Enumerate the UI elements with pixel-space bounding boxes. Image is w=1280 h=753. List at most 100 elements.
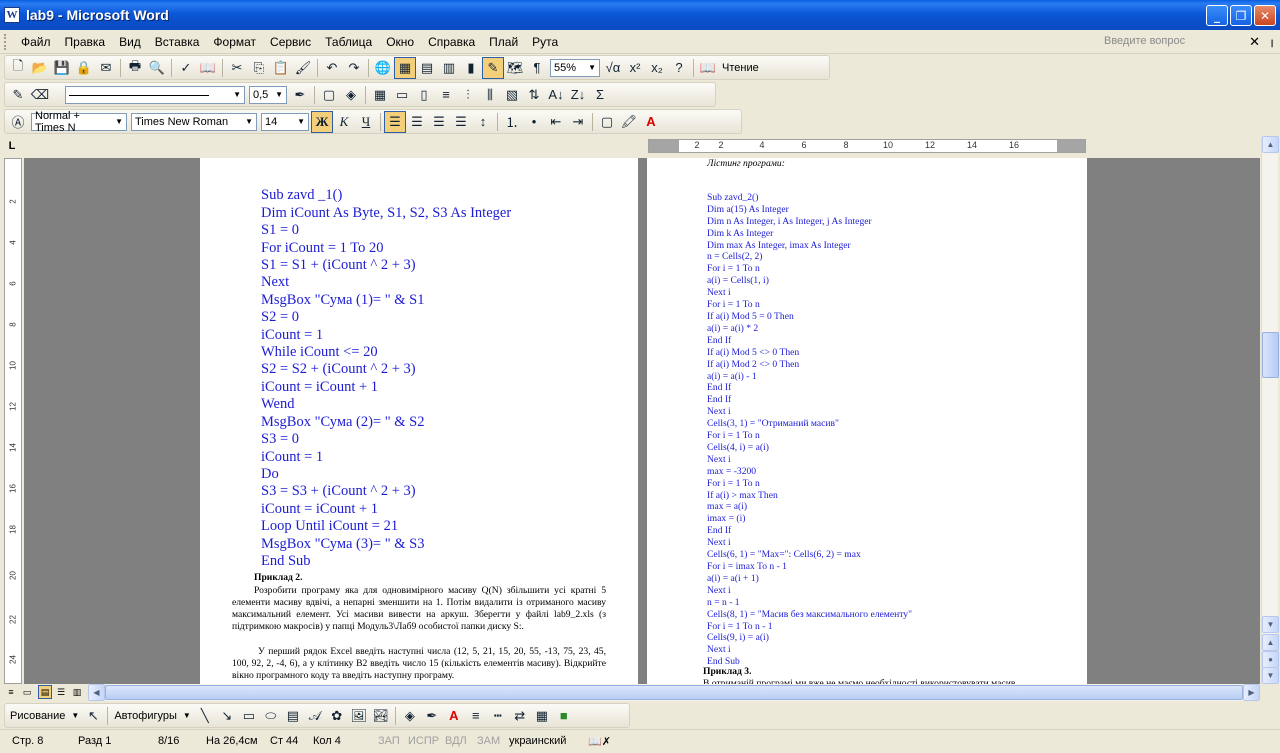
- font-size-select[interactable]: 14 ▼: [261, 112, 309, 131]
- justify-icon[interactable]: ☰: [450, 111, 472, 133]
- vba-code-listing-2[interactable]: Sub zavd_2() Dim a(15) As Integer Dim n As…: [707, 180, 912, 668]
- equation-icon[interactable]: √α: [602, 57, 624, 79]
- menu-grip[interactable]: [4, 33, 8, 50]
- next-page-icon[interactable]: ▼: [1262, 667, 1279, 684]
- align-cell-icon[interactable]: ≡: [435, 84, 457, 106]
- undo-icon[interactable]: ↶: [321, 57, 343, 79]
- reading-view-icon[interactable]: ▥: [70, 685, 84, 699]
- font-color-icon[interactable]: A: [640, 111, 662, 133]
- line-color-icon[interactable]: ✒: [421, 705, 443, 727]
- style-select[interactable]: Normal + Times N ▼: [31, 110, 127, 134]
- browse-object-icon[interactable]: ●: [1262, 651, 1279, 668]
- autoshapes-menu-button[interactable]: Автофигуры: [111, 710, 180, 722]
- copy-icon[interactable]: ⎘: [248, 57, 270, 79]
- vertical-scrollbar[interactable]: ▲ ▼ ▲ ● ▼: [1261, 136, 1279, 684]
- status-ext[interactable]: ВДЛ: [445, 735, 467, 747]
- shading-color-icon[interactable]: ◈: [340, 84, 362, 106]
- format-painter-icon[interactable]: 🖌: [292, 57, 314, 79]
- border-color-icon[interactable]: ✒: [289, 84, 311, 106]
- spelling-icon[interactable]: ✓: [175, 57, 197, 79]
- status-trk[interactable]: ИСПР: [408, 735, 439, 747]
- menu-ruta[interactable]: Рута: [525, 33, 565, 51]
- underline-button[interactable]: Ч: [355, 111, 377, 133]
- menu-plai[interactable]: Плай: [482, 33, 525, 51]
- text-direction-icon[interactable]: ⇅: [523, 84, 545, 106]
- bullets-icon[interactable]: •: [523, 111, 545, 133]
- menu-file[interactable]: Файл: [14, 33, 58, 51]
- subscript-icon[interactable]: x₂: [646, 57, 668, 79]
- 3d-icon[interactable]: ■: [553, 705, 575, 727]
- redo-icon[interactable]: ↷: [343, 57, 365, 79]
- align-left-icon[interactable]: ☰: [384, 110, 406, 133]
- horizontal-scrollbar[interactable]: ◀ ▶: [88, 684, 1260, 701]
- columns-icon[interactable]: ▮: [460, 57, 482, 79]
- status-ovr[interactable]: ЗАМ: [477, 735, 500, 747]
- align-center-icon[interactable]: ☰: [406, 111, 428, 133]
- scroll-down-icon[interactable]: ▼: [1262, 616, 1279, 633]
- draw-table-icon[interactable]: ✎: [7, 84, 29, 106]
- merge-cells-icon[interactable]: ▭: [391, 84, 413, 106]
- decrease-indent-icon[interactable]: ⇤: [545, 111, 567, 133]
- tab-selector[interactable]: L: [4, 138, 20, 154]
- close-document-icon[interactable]: ✕: [1249, 34, 1260, 50]
- insert-table-button-icon[interactable]: ▦: [369, 84, 391, 106]
- increase-indent-icon[interactable]: ⇥: [567, 111, 589, 133]
- scroll-right-icon[interactable]: ▶: [1243, 684, 1260, 701]
- textbox-tool-icon[interactable]: ▤: [282, 705, 304, 727]
- horizontal-ruler[interactable]: 2 2 4 6 8 10 12 14 16: [648, 139, 1086, 153]
- status-language[interactable]: украинский: [509, 735, 566, 747]
- email-icon[interactable]: ✉: [95, 57, 117, 79]
- autoformat-icon[interactable]: ▧: [501, 84, 523, 106]
- font-select[interactable]: Times New Roman ▼: [131, 112, 257, 131]
- bold-button[interactable]: Ж: [311, 110, 333, 133]
- menu-insert[interactable]: Вставка: [148, 33, 207, 51]
- web-view-icon[interactable]: ▭: [20, 685, 34, 699]
- permission-icon[interactable]: 🔒: [73, 57, 95, 79]
- arrow-style-icon[interactable]: ⇄: [509, 705, 531, 727]
- sort-desc-icon[interactable]: Z↓: [567, 84, 589, 106]
- scroll-left-icon[interactable]: ◀: [88, 684, 105, 701]
- page-left[interactable]: Sub zavd _1() Dim iCount As Byte, S1, S2,…: [200, 158, 638, 684]
- wordart-icon[interactable]: 𝒜: [304, 705, 326, 727]
- spelling-status-icon[interactable]: 📖✗: [588, 735, 611, 748]
- tables-borders-icon[interactable]: ▦: [394, 56, 416, 79]
- help-search-input[interactable]: Введите вопрос: [1100, 33, 1250, 51]
- normal-view-icon[interactable]: ≡: [4, 685, 18, 699]
- select-objects-icon[interactable]: ↖: [82, 705, 104, 727]
- line-style-select[interactable]: ▼: [65, 85, 245, 104]
- menu-help[interactable]: Справка: [421, 33, 482, 51]
- highlight-icon[interactable]: 🖍: [618, 111, 640, 133]
- shadow-icon[interactable]: ▦: [531, 705, 553, 727]
- line-tool-icon[interactable]: ╲: [194, 705, 216, 727]
- hyperlink-icon[interactable]: 🌐: [372, 57, 394, 79]
- cut-icon[interactable]: ✂: [226, 57, 248, 79]
- numbering-icon[interactable]: ⒈: [501, 111, 523, 133]
- insert-excel-icon[interactable]: ▥: [438, 57, 460, 79]
- research-icon[interactable]: 📖: [197, 57, 219, 79]
- italic-button[interactable]: К: [333, 111, 355, 133]
- distribute-rows-icon[interactable]: ⫶: [457, 84, 479, 106]
- document-area[interactable]: Sub zavd _1() Dim iCount As Byte, S1, S2,…: [24, 158, 1260, 684]
- previous-page-icon[interactable]: ▲: [1262, 634, 1279, 651]
- help-icon[interactable]: ?: [668, 57, 690, 79]
- menu-view[interactable]: Вид: [112, 33, 148, 51]
- status-rec[interactable]: ЗАП: [378, 735, 400, 747]
- line-style-icon[interactable]: ≡: [465, 705, 487, 727]
- word-app-icon[interactable]: W: [4, 7, 20, 23]
- clipart-icon[interactable]: 🖼: [348, 705, 370, 727]
- eraser-icon[interactable]: ⌫: [29, 84, 51, 106]
- print-layout-view-icon[interactable]: ▤: [38, 685, 52, 699]
- show-hide-icon[interactable]: ¶: [526, 57, 548, 79]
- print-icon[interactable]: 🖶: [124, 57, 146, 79]
- restore-button[interactable]: ❐: [1230, 5, 1252, 26]
- vertical-ruler[interactable]: 2 4 6 8 10 12 14 16 18 20 22 24: [4, 158, 22, 684]
- fill-color-icon[interactable]: ◈: [399, 705, 421, 727]
- reading-icon[interactable]: 📖: [697, 57, 719, 79]
- vba-code-listing-1[interactable]: Sub zavd _1() Dim iCount As Byte, S1, S2,…: [261, 170, 511, 570]
- vertical-scroll-thumb[interactable]: [1262, 332, 1279, 378]
- outline-view-icon[interactable]: ☰: [54, 685, 68, 699]
- page-right[interactable]: Лістинг програми: Sub zavd_2() Dim a(15) …: [647, 158, 1087, 684]
- horizontal-scroll-thumb[interactable]: [105, 685, 1243, 700]
- split-cells-icon[interactable]: ▯: [413, 84, 435, 106]
- picture-icon[interactable]: 🏞: [370, 705, 392, 727]
